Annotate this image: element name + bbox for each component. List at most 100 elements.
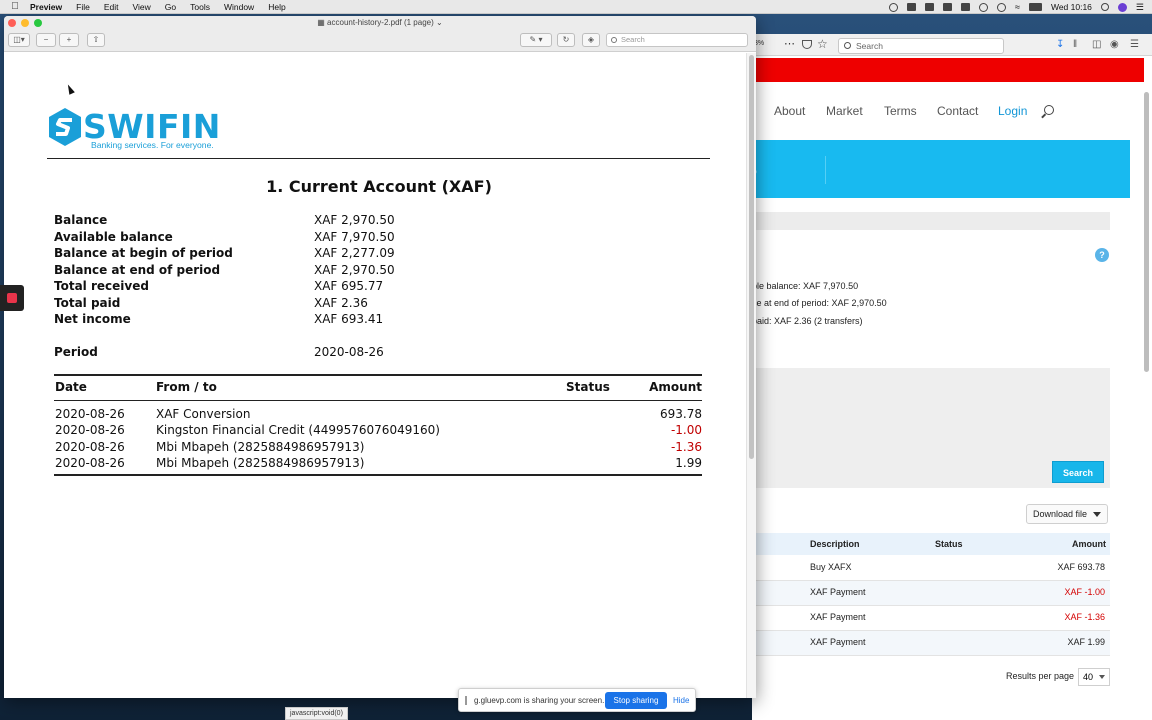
spotlight-icon[interactable] <box>1100 3 1109 11</box>
row-date: 2020-08-26 <box>55 407 125 421</box>
table-row[interactable]: XAF Payment XAF -1.00 <box>752 581 1110 606</box>
table-bottom-rule <box>54 474 702 476</box>
row-description: XAF Payment <box>810 637 866 647</box>
browser-search-input[interactable]: Search <box>838 38 1004 54</box>
account-tabs-bar: p <box>752 140 1130 198</box>
menu-icon[interactable]: ☰ <box>1130 39 1139 50</box>
browser-toolbar: 3% ⋯ ☆ Search ↧ ‖ ◫ ◉ ☰ <box>752 34 1152 56</box>
browser-status-url: javascript:void(0) <box>285 707 348 720</box>
wifi-icon[interactable]: ≈ <box>1015 2 1020 12</box>
window-titlebar[interactable]: ▦ account-history-2.pdf (1 page) ⌄ <box>4 16 756 30</box>
summary-value: XAF 2,277.09 <box>314 246 395 260</box>
row-amount: XAF -1.36 <box>1064 612 1105 622</box>
site-search-icon[interactable] <box>1044 105 1054 115</box>
hide-button[interactable]: Hide <box>673 696 689 705</box>
mac-menubar:  Preview File Edit View Go Tools Window… <box>0 0 1152 14</box>
apple-icon[interactable]:  <box>0 1 30 12</box>
menu-file[interactable]: File <box>76 2 90 12</box>
status-app-icon[interactable] <box>943 3 952 11</box>
row-description: XAF Payment <box>810 612 866 622</box>
status-app-icon[interactable] <box>961 3 970 11</box>
scrollbar-thumb[interactable] <box>749 55 754 459</box>
document-title: ▦ account-history-2.pdf (1 page) ⌄ <box>317 18 443 27</box>
menubar-clock[interactable]: Wed 10:16 <box>1051 2 1092 12</box>
summary-label: Balance <box>54 213 108 227</box>
row-date: 2020-08-26 <box>55 456 125 470</box>
menu-tools[interactable]: Tools <box>190 2 210 12</box>
markup-toolbar-button[interactable]: ◈ <box>582 33 600 47</box>
results-per-page-select[interactable]: 40 <box>1078 668 1110 686</box>
download-arrow-icon[interactable]: ↧ <box>1056 39 1064 50</box>
row-amount: XAF 693.78 <box>1057 562 1105 572</box>
row-description: XAF Payment <box>810 587 866 597</box>
pocket-icon[interactable] <box>802 40 812 49</box>
status-clock-icon[interactable] <box>979 2 988 12</box>
share-message: g.gluevp.com is sharing your screen. <box>474 696 605 705</box>
browser-scrollbar[interactable] <box>1143 82 1150 382</box>
table-row[interactable]: Buy XAFX XAF 693.78 <box>752 556 1110 581</box>
table-row[interactable]: XAF Payment XAF 1.99 <box>752 631 1110 656</box>
rotate-button[interactable]: ↻ <box>557 33 575 47</box>
menu-window[interactable]: Window <box>224 2 254 12</box>
section-bar <box>752 212 1110 230</box>
summary-label: Total paid <box>54 296 121 310</box>
summary-value: XAF 695.77 <box>314 279 384 293</box>
sidebar-toggle-button[interactable]: ◫▾ <box>8 33 30 47</box>
filter-search-button[interactable]: Search <box>1052 461 1104 483</box>
zoom-out-button[interactable]: − <box>36 33 56 47</box>
info-available-balance: ble balance: XAF 7,970.50 <box>752 281 859 291</box>
extension-icon[interactable]: ◉ <box>1110 39 1119 50</box>
bookmark-star-icon[interactable]: ☆ <box>817 37 828 51</box>
nav-market[interactable]: Market <box>826 104 863 118</box>
stop-sharing-button[interactable]: Stop sharing <box>605 692 667 709</box>
summary-label: Balance at begin of period <box>54 246 233 260</box>
row-description: Buy XAFX <box>810 562 852 572</box>
sidebar-icon[interactable]: ◫ <box>1092 39 1101 50</box>
menu-help[interactable]: Help <box>268 2 285 12</box>
nav-login[interactable]: Login <box>998 104 1027 118</box>
nav-terms[interactable]: Terms <box>884 104 917 118</box>
summary-value: XAF 2,970.50 <box>314 263 395 277</box>
table-header-rule <box>54 400 702 401</box>
info-total-paid: paid: XAF 2.36 (2 transfers) <box>752 316 863 326</box>
nav-contact[interactable]: Contact <box>937 104 978 118</box>
help-icon[interactable]: ? <box>1095 248 1109 262</box>
notification-center-icon[interactable]: ☰ <box>1136 2 1144 13</box>
recording-indicator[interactable] <box>0 285 24 311</box>
menu-app-name[interactable]: Preview <box>30 2 62 12</box>
menu-edit[interactable]: Edit <box>104 2 119 12</box>
summary-label: Total received <box>54 279 149 293</box>
zoom-in-button[interactable]: + <box>59 33 79 47</box>
library-icon[interactable]: ‖ <box>1073 39 1077 50</box>
markup-pen-button[interactable]: ✎ ▾ <box>520 33 552 47</box>
screen-share-bar: g.gluevp.com is sharing your screen. Sto… <box>458 688 696 712</box>
table-row[interactable]: XAF Payment XAF -1.36 <box>752 606 1110 631</box>
row-amount: 693.78 <box>660 407 702 421</box>
status-box-icon[interactable] <box>907 3 916 11</box>
share-button[interactable]: ⇧ <box>87 33 105 47</box>
menu-go[interactable]: Go <box>165 2 176 12</box>
menu-view[interactable]: View <box>133 2 151 12</box>
summary-label: Net income <box>54 312 131 326</box>
preview-window: ▦ account-history-2.pdf (1 page) ⌄ ◫▾ − … <box>4 16 756 698</box>
preview-search-input[interactable]: Search <box>606 33 748 47</box>
table-top-rule <box>54 374 702 376</box>
col-amount: Amount <box>649 380 702 394</box>
tab-account[interactable]: p <box>752 156 826 184</box>
battery-icon[interactable] <box>1028 3 1042 11</box>
page-actions-icon[interactable]: ⋯ <box>784 37 795 50</box>
time-machine-icon[interactable] <box>997 2 1006 12</box>
row-from-to: XAF Conversion <box>156 407 251 421</box>
status-box-icon[interactable] <box>925 3 934 11</box>
chevron-down-icon <box>1093 512 1101 517</box>
summary-label: Balance at end of period <box>54 263 221 277</box>
col-from-to: From / to <box>156 380 217 394</box>
drag-handle-icon[interactable] <box>465 696 467 705</box>
nav-about[interactable]: About <box>774 104 805 118</box>
scrollbar-thumb[interactable] <box>1144 92 1149 372</box>
siri-icon[interactable] <box>1117 2 1127 12</box>
status-circle-icon[interactable] <box>889 2 898 12</box>
results-per-page-label: Results per page <box>1006 671 1075 681</box>
preview-scrollbar[interactable] <box>746 53 756 698</box>
download-file-dropdown[interactable]: Download file <box>1026 504 1108 524</box>
